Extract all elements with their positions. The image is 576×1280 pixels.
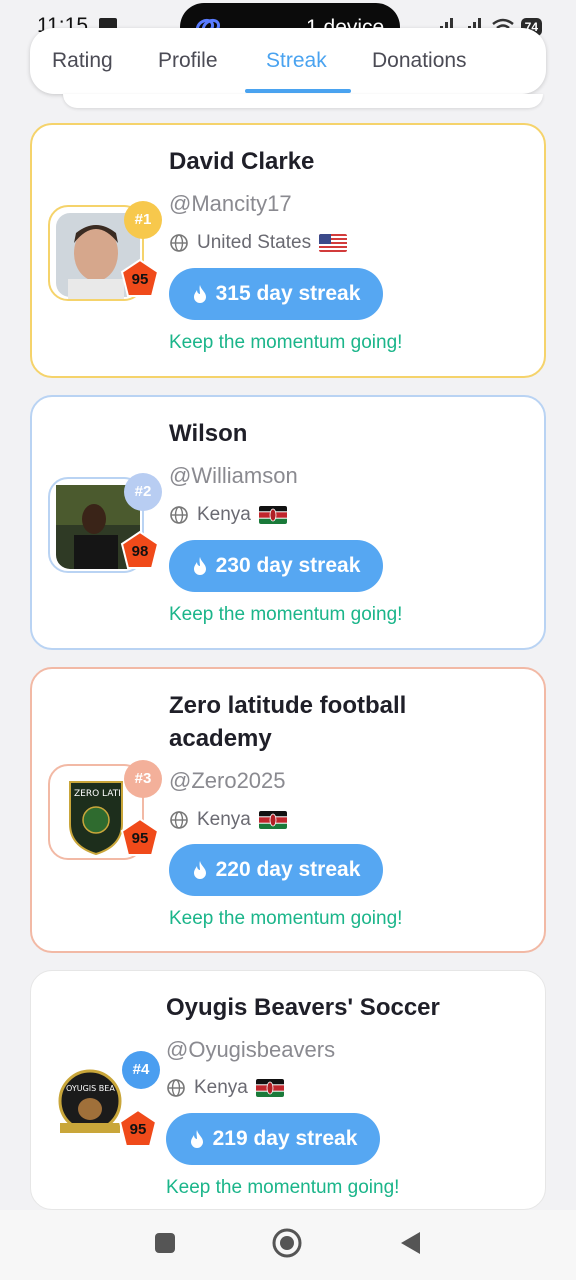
avatar-container: OYUGIS BEA #4 95 bbox=[46, 1051, 160, 1151]
rating-value: 95 bbox=[129, 1121, 147, 1138]
rank-badge: #2 bbox=[124, 473, 162, 511]
player-handle: @Zero2025 bbox=[169, 768, 286, 793]
player-country: United States bbox=[169, 231, 348, 255]
streak-message: Keep the momentum going! bbox=[169, 908, 403, 929]
tab-active-indicator bbox=[245, 89, 351, 93]
player-name: Wilson bbox=[169, 420, 248, 447]
player-handle: @Williamson bbox=[169, 463, 298, 488]
previous-card-edge bbox=[63, 94, 543, 108]
player-name: David Clarke bbox=[169, 148, 315, 175]
player-handle: @Mancity17 bbox=[169, 191, 292, 216]
rank-badge: #3 bbox=[124, 760, 162, 798]
player-country: Kenya bbox=[169, 503, 287, 527]
streak-label: 219 day streak bbox=[212, 1127, 358, 1150]
svg-text:OYUGIS BEA: OYUGIS BEA bbox=[66, 1084, 115, 1093]
us-flag-icon bbox=[319, 234, 348, 252]
rating-badge: 98 bbox=[118, 529, 162, 573]
player-card[interactable]: #2 98 Wilson @Williamson Kenya 230 day s… bbox=[30, 395, 546, 650]
tab-profile[interactable]: Profile bbox=[158, 49, 218, 73]
tab-donations[interactable]: Donations bbox=[372, 49, 467, 73]
triangle-back-icon[interactable] bbox=[398, 1230, 422, 1256]
tab-bar: Rating Profile Streak Donations bbox=[30, 28, 546, 94]
player-name: Zero latitude football academy bbox=[169, 692, 407, 752]
streak-label: 220 day streak bbox=[215, 858, 361, 881]
fire-icon bbox=[193, 861, 206, 879]
rank-badge: #4 bbox=[122, 1051, 160, 1089]
square-icon[interactable] bbox=[154, 1232, 176, 1254]
streak-button[interactable]: 315 day streak bbox=[169, 268, 383, 320]
player-country: Kenya bbox=[166, 1076, 284, 1100]
tab-rating[interactable]: Rating bbox=[52, 49, 113, 73]
fire-icon bbox=[190, 1130, 203, 1148]
svg-text:ZERO LATI: ZERO LATI bbox=[74, 789, 121, 799]
streak-message: Keep the momentum going! bbox=[166, 1177, 400, 1198]
player-card[interactable]: ZERO LATI #3 95 Zero latitude football a… bbox=[30, 667, 546, 953]
circle-icon[interactable] bbox=[271, 1227, 303, 1259]
globe-icon bbox=[170, 506, 188, 524]
country-name: Kenya bbox=[194, 1077, 248, 1098]
country-name: Kenya bbox=[197, 809, 251, 830]
streak-button[interactable]: 220 day streak bbox=[169, 844, 383, 896]
streak-label: 315 day streak bbox=[215, 282, 361, 305]
player-name: Oyugis Beavers' Soccer bbox=[166, 994, 440, 1021]
player-card[interactable]: OYUGIS BEA #4 95 Oyugis Beavers' Soccer … bbox=[30, 970, 546, 1210]
streak-button[interactable]: 219 day streak bbox=[166, 1113, 380, 1165]
rating-value: 95 bbox=[131, 830, 149, 847]
streak-message: Keep the momentum going! bbox=[169, 604, 403, 625]
tab-streak[interactable]: Streak bbox=[266, 49, 327, 73]
rating-badge: 95 bbox=[116, 1107, 160, 1151]
fire-icon bbox=[193, 557, 206, 575]
globe-icon bbox=[170, 811, 188, 829]
streak-label: 230 day streak bbox=[215, 554, 361, 577]
country-name: United States bbox=[197, 232, 312, 253]
country-name: Kenya bbox=[197, 504, 251, 525]
kenya-flag-icon bbox=[255, 1079, 284, 1097]
player-card[interactable]: #1 95 David Clarke @Mancity17 United Sta… bbox=[30, 123, 546, 378]
rank-badge: #1 bbox=[124, 201, 162, 239]
kenya-flag-icon bbox=[258, 811, 287, 829]
avatar-container: ZERO LATI #3 95 bbox=[48, 760, 162, 860]
avatar-container: #2 98 bbox=[48, 473, 162, 573]
fire-icon bbox=[193, 285, 206, 303]
player-country: Kenya bbox=[169, 808, 287, 832]
rating-badge: 95 bbox=[118, 257, 162, 301]
kenya-flag-icon bbox=[258, 506, 287, 524]
system-nav-bar bbox=[0, 1210, 576, 1280]
globe-icon bbox=[170, 234, 188, 252]
streak-message: Keep the momentum going! bbox=[169, 332, 403, 353]
streak-button[interactable]: 230 day streak bbox=[169, 540, 383, 592]
avatar-container: #1 95 bbox=[48, 201, 162, 301]
rating-badge: 95 bbox=[118, 816, 162, 860]
globe-icon bbox=[167, 1079, 185, 1097]
rating-value: 95 bbox=[131, 271, 149, 288]
rating-value: 98 bbox=[131, 543, 149, 560]
player-handle: @Oyugisbeavers bbox=[166, 1037, 336, 1062]
